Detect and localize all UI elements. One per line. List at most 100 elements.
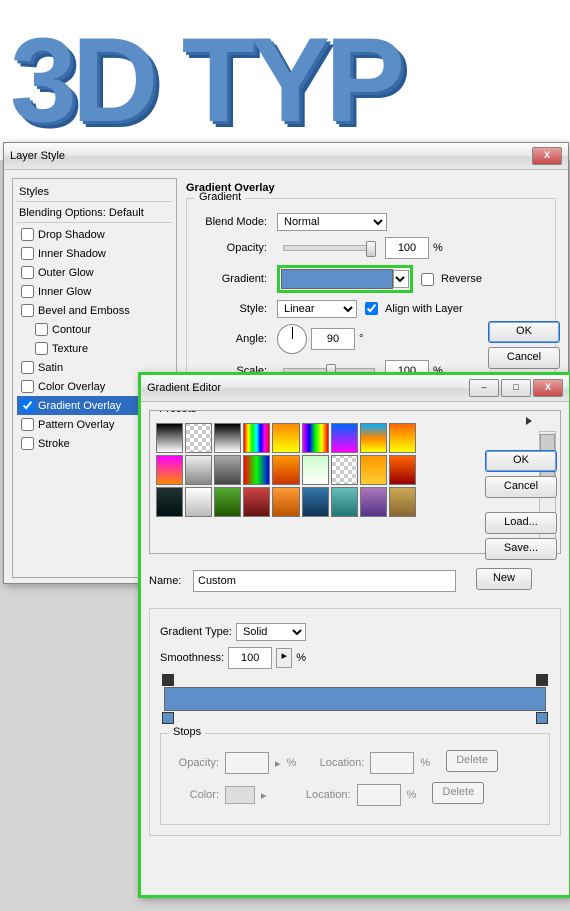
- preset-swatch[interactable]: [156, 487, 183, 517]
- preset-swatch[interactable]: [214, 455, 241, 485]
- checkbox[interactable]: [35, 323, 48, 336]
- preset-swatch[interactable]: [331, 423, 358, 453]
- stop-location-field: [357, 784, 401, 806]
- angle-dial[interactable]: [277, 324, 307, 354]
- opacity-stop-right[interactable]: [536, 674, 548, 686]
- stop-location-label: Location:: [297, 789, 351, 801]
- preset-swatch[interactable]: [243, 455, 270, 485]
- stop-location-field: [370, 752, 414, 774]
- preset-swatch[interactable]: [302, 487, 329, 517]
- type-label: Gradient Type:: [160, 626, 232, 638]
- reverse-checkbox[interactable]: [421, 273, 434, 286]
- checkbox[interactable]: [21, 399, 34, 412]
- preset-swatch[interactable]: [214, 487, 241, 517]
- load-button[interactable]: Load...: [485, 512, 557, 534]
- smoothness-label: Smoothness:: [160, 652, 224, 664]
- gradient-editor-window: Gradient Editor – □ X Presets OK Cancel …: [138, 372, 570, 898]
- style-inner-glow[interactable]: Inner Glow: [17, 282, 172, 301]
- preset-swatch[interactable]: [185, 487, 212, 517]
- name-field[interactable]: [193, 570, 456, 592]
- preset-swatch[interactable]: [389, 455, 416, 485]
- background-3d-text: 3D TYP: [0, 0, 570, 160]
- maximize-icon[interactable]: □: [501, 379, 531, 397]
- preset-swatch[interactable]: [302, 455, 329, 485]
- presets-menu-icon[interactable]: [526, 417, 536, 425]
- stops-panel: Stops Opacity: ▸% Location: % Delete Col…: [160, 733, 550, 825]
- style-texture[interactable]: Texture: [17, 339, 172, 358]
- gradient-editor-buttons: OK Cancel Load... Save...: [485, 450, 555, 564]
- preset-swatch[interactable]: [360, 423, 387, 453]
- cancel-button[interactable]: Cancel: [485, 476, 557, 498]
- preset-swatch[interactable]: [389, 423, 416, 453]
- checkbox[interactable]: [21, 285, 34, 298]
- style-drop-shadow[interactable]: Drop Shadow: [17, 225, 172, 244]
- preset-swatch[interactable]: [214, 423, 241, 453]
- checkbox[interactable]: [21, 361, 34, 374]
- style-contour[interactable]: Contour: [17, 320, 172, 339]
- preset-swatch[interactable]: [185, 455, 212, 485]
- checkbox[interactable]: [21, 247, 34, 260]
- preset-swatch[interactable]: [331, 455, 358, 485]
- style-inner-shadow[interactable]: Inner Shadow: [17, 244, 172, 263]
- blend-mode-select[interactable]: Normal: [277, 213, 387, 231]
- checkbox[interactable]: [21, 228, 34, 241]
- new-button[interactable]: New: [476, 568, 532, 590]
- opacity-field[interactable]: [385, 237, 429, 259]
- gradient-dropdown[interactable]: [393, 270, 409, 288]
- preset-swatch[interactable]: [156, 455, 183, 485]
- preset-swatch[interactable]: [331, 487, 358, 517]
- presets-label: Presets: [156, 410, 199, 415]
- gradient-editor-titlebar[interactable]: Gradient Editor – □ X: [141, 375, 569, 402]
- close-icon[interactable]: X: [533, 379, 563, 397]
- style-bevel[interactable]: Bevel and Emboss: [17, 301, 172, 320]
- color-swatch: [225, 786, 255, 804]
- preset-swatch[interactable]: [389, 487, 416, 517]
- checkbox[interactable]: [35, 342, 48, 355]
- checkbox[interactable]: [21, 418, 34, 431]
- gradient-highlight: [277, 265, 413, 293]
- preset-swatch[interactable]: [156, 423, 183, 453]
- checkbox[interactable]: [21, 304, 34, 317]
- blending-options[interactable]: Blending Options: Default: [17, 204, 172, 223]
- ok-button[interactable]: OK: [488, 321, 560, 343]
- blend-mode-label: Blend Mode:: [197, 216, 267, 228]
- opacity-slider[interactable]: [283, 245, 375, 251]
- preset-swatch[interactable]: [272, 455, 299, 485]
- preset-swatch[interactable]: [272, 423, 299, 453]
- opacity-stop-left[interactable]: [162, 674, 174, 686]
- align-checkbox[interactable]: [365, 302, 378, 315]
- gradient-legend: Gradient: [195, 191, 245, 203]
- checkbox[interactable]: [21, 380, 34, 393]
- 3d-text: 3D TYP: [0, 11, 400, 149]
- angle-field[interactable]: [311, 328, 355, 350]
- ok-button[interactable]: OK: [485, 450, 557, 472]
- color-stop-left[interactable]: [162, 712, 174, 724]
- gradient-swatch[interactable]: [281, 269, 393, 289]
- preset-swatch[interactable]: [243, 487, 270, 517]
- name-label: Name:: [149, 575, 189, 587]
- styles-header[interactable]: Styles: [17, 183, 172, 202]
- chevron-right-icon[interactable]: ▸: [276, 648, 292, 668]
- preset-swatch[interactable]: [185, 423, 212, 453]
- save-button[interactable]: Save...: [485, 538, 557, 560]
- color-stop-right[interactable]: [536, 712, 548, 724]
- layer-style-titlebar[interactable]: Layer Style X: [4, 143, 568, 170]
- preset-swatch[interactable]: [272, 487, 299, 517]
- close-icon[interactable]: X: [532, 147, 562, 165]
- checkbox[interactable]: [21, 266, 34, 279]
- preset-swatch[interactable]: [302, 423, 329, 453]
- type-select[interactable]: Solid: [236, 623, 306, 641]
- opacity-label: Opacity:: [197, 242, 267, 254]
- stops-label: Stops: [169, 726, 205, 738]
- preset-swatch[interactable]: [360, 455, 387, 485]
- style-outer-glow[interactable]: Outer Glow: [17, 263, 172, 282]
- checkbox[interactable]: [21, 437, 34, 450]
- preset-swatch[interactable]: [360, 487, 387, 517]
- smoothness-field[interactable]: [228, 647, 272, 669]
- cancel-button[interactable]: Cancel: [488, 347, 560, 369]
- style-select[interactable]: Linear: [277, 300, 357, 318]
- preset-swatch[interactable]: [243, 423, 270, 453]
- minimize-icon[interactable]: –: [469, 379, 499, 397]
- gradient-bar[interactable]: [164, 687, 546, 711]
- stop-opacity-label: Opacity:: [171, 757, 219, 769]
